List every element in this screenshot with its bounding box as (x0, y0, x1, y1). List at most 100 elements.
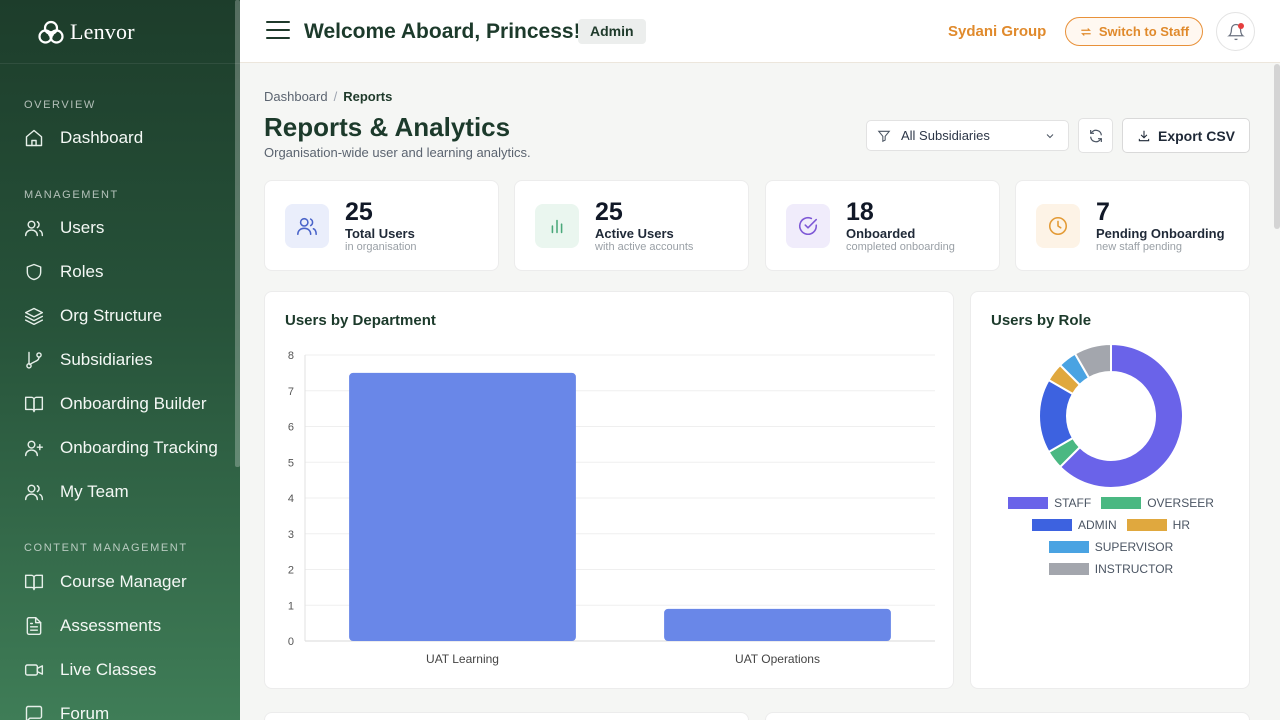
y-tick-label: 1 (288, 600, 294, 612)
stat-card-active-users: 25 Active Users with active accounts (514, 180, 749, 271)
stat-sub: in organisation (345, 241, 417, 253)
legend-swatch (1101, 497, 1142, 509)
export-label: Export CSV (1157, 127, 1235, 144)
stat-card-total-users: 25 Total Users in organisation (264, 180, 499, 271)
role-legend: STAFF OVERSEER ADMIN HR SUPERVISOR INSTRUCTOR (971, 496, 1251, 584)
sidebar-item-subsidiaries[interactable]: Subsidiaries (0, 342, 234, 378)
x-tick-label: UAT Operations (735, 652, 820, 666)
sidebar-item-label: Org Structure (60, 306, 163, 325)
stat-label: Onboarded (846, 226, 916, 241)
switch-to-staff-button[interactable]: Switch to Staff (1065, 17, 1203, 46)
y-tick-label: 5 (288, 457, 294, 469)
y-tick-label: 7 (288, 386, 294, 398)
role-badge: Admin (578, 19, 646, 44)
sidebar: Lenvor OVERVIEW Dashboard MANAGEMENT Use… (0, 0, 240, 720)
sidebar-item-label: Users (60, 218, 105, 237)
x-tick-label: UAT Learning (426, 652, 499, 666)
users-by-role-chart (1038, 342, 1184, 489)
sidebar-scrollbar[interactable] (235, 0, 240, 467)
sidebar-item-label: Roles (60, 262, 104, 281)
sidebar-item-onboarding-tracking[interactable]: Onboarding Tracking (0, 430, 234, 466)
page-subtitle: Organisation-wide user and learning anal… (264, 145, 531, 160)
legend-item[interactable]: HR (1126, 518, 1190, 532)
sidebar-item-course-manager[interactable]: Course Manager (0, 564, 234, 600)
sidebar-item-live-classes[interactable]: Live Classes (0, 652, 234, 688)
stat-icon-box (786, 204, 830, 248)
breadcrumb-dashboard-link[interactable]: Dashboard (264, 89, 328, 104)
logo-icon (38, 20, 64, 44)
bottom-panel-left (264, 712, 749, 720)
notifications-button[interactable] (1216, 12, 1255, 51)
legend-swatch (1048, 541, 1089, 553)
notification-dot (1238, 23, 1244, 29)
sidebar-item-label: My Team (60, 482, 129, 501)
legend-swatch (1031, 519, 1072, 531)
book-open-icon (24, 394, 44, 414)
stat-icon-box (535, 204, 579, 248)
sidebar-item-label: Assessments (60, 616, 162, 635)
brand-name: Lenvor (70, 18, 135, 44)
top-header: Welcome Aboard, Princess! Admin Sydani G… (240, 0, 1280, 63)
brand[interactable]: Lenvor (0, 0, 240, 64)
video-icon (24, 660, 44, 680)
stat-sub: completed onboarding (846, 241, 955, 253)
sidebar-item-dashboard[interactable]: Dashboard (0, 120, 234, 156)
sidebar-item-label: Subsidiaries (60, 350, 153, 369)
refresh-icon (1089, 129, 1102, 142)
legend-swatch (1048, 563, 1089, 575)
users-icon (24, 218, 44, 238)
book-open-icon (24, 572, 44, 592)
org-name-link[interactable]: Sydani Group (948, 23, 1046, 40)
home-icon (24, 128, 44, 148)
sidebar-item-label: Live Classes (60, 660, 157, 679)
page-title: Reports & Analytics (264, 112, 511, 142)
stat-icon-box (285, 204, 329, 248)
subsidiary-filter-select[interactable]: All Subsidiaries (866, 120, 1069, 151)
legend-label: SUPERVISOR (1094, 540, 1174, 554)
chevron-down-icon (1046, 133, 1054, 138)
main-scrollbar[interactable] (1274, 64, 1280, 229)
sidebar-item-users[interactable]: Users (0, 210, 234, 246)
section-title-overview: OVERVIEW (24, 99, 96, 111)
message-square-icon (24, 704, 44, 720)
y-tick-label: 4 (288, 493, 294, 505)
stat-card-onboarded: 18 Onboarded completed onboarding (765, 180, 1000, 271)
sidebar-item-onboarding-builder[interactable]: Onboarding Builder (0, 386, 234, 422)
legend-item[interactable]: SUPERVISOR (1048, 540, 1174, 554)
switch-label: Switch to Staff (1098, 24, 1190, 39)
refresh-button[interactable] (1078, 118, 1113, 153)
legend-label: INSTRUCTOR (1094, 562, 1174, 576)
stat-label: Active Users (595, 226, 674, 241)
legend-item[interactable]: INSTRUCTOR (1048, 562, 1174, 576)
menu-toggle-icon[interactable] (266, 21, 290, 41)
stat-icon-box (1036, 204, 1080, 248)
export-csv-button[interactable]: Export CSV (1122, 118, 1250, 153)
sidebar-item-label: Forum (60, 704, 110, 720)
switch-icon (1080, 27, 1091, 36)
filter-value: All Subsidiaries (901, 128, 990, 143)
stat-label: Total Users (345, 226, 415, 241)
git-branch-icon (24, 350, 44, 370)
section-title-content-management: CONTENT MANAGEMENT (24, 542, 188, 554)
shield-icon (24, 262, 44, 282)
legend-label: ADMIN (1077, 518, 1117, 532)
y-tick-label: 8 (288, 350, 294, 362)
legend-item[interactable]: STAFF (1008, 496, 1091, 510)
sidebar-item-assessments[interactable]: Assessments (0, 608, 234, 644)
legend-item[interactable]: OVERSEER (1101, 496, 1214, 510)
section-title-management: MANAGEMENT (24, 189, 119, 201)
legend-item[interactable]: ADMIN (1031, 518, 1117, 532)
filter-icon (877, 130, 891, 142)
legend-label: STAFF (1054, 496, 1092, 510)
users-by-department-chart: 0 1 2 3 4 5 6 7 8 UAT Learning UAT Operations (288, 350, 935, 666)
layers-icon (24, 306, 44, 326)
bar (349, 372, 576, 641)
stat-card-pending-onboarding: 7 Pending Onboarding new staff pending (1015, 180, 1250, 271)
users-by-department-panel: Users by Department 0 1 2 3 4 5 6 7 8 UAT Learnin… (264, 291, 954, 689)
y-tick-label: 2 (288, 565, 294, 577)
sidebar-item-roles[interactable]: Roles (0, 254, 234, 290)
sidebar-item-forum[interactable]: Forum (0, 696, 234, 720)
sidebar-item-org-structure[interactable]: Org Structure (0, 298, 234, 334)
clock-icon (1048, 216, 1068, 236)
sidebar-item-my-team[interactable]: My Team (0, 474, 234, 510)
